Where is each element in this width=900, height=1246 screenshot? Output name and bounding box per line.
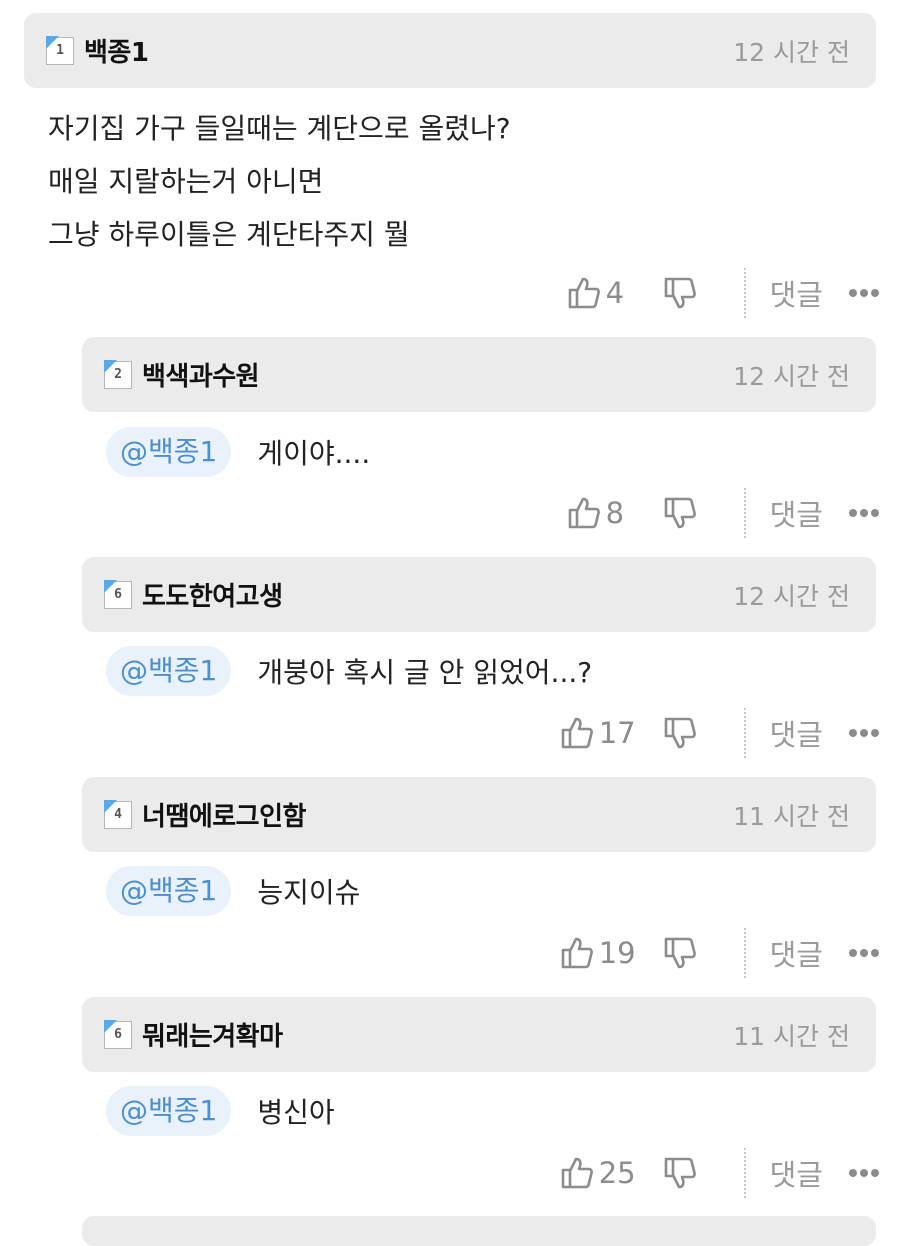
mention-tag[interactable]: @백종1 bbox=[106, 427, 232, 477]
like-button[interactable]: 4 bbox=[566, 275, 636, 311]
reply-body: @백종1 개붕아 혹시 글 안 읽었어...? bbox=[106, 646, 876, 696]
level-badge-icon: 2 bbox=[103, 360, 132, 389]
mention-tag[interactable]: @백종1 bbox=[106, 646, 232, 696]
timestamp: 11 시간 전 bbox=[733, 801, 850, 831]
like-count: 4 bbox=[605, 276, 625, 310]
like-count: 19 bbox=[598, 936, 636, 970]
thumbs-up-icon bbox=[568, 277, 600, 309]
thumbs-down-icon bbox=[664, 717, 696, 749]
timestamp: 12 시간 전 bbox=[733, 37, 850, 67]
like-button[interactable]: 19 bbox=[559, 935, 636, 971]
reply-text: 개붕아 혹시 글 안 읽었어...? bbox=[257, 656, 593, 689]
reply-text: 게이야.... bbox=[257, 437, 371, 470]
thumbs-down-icon bbox=[664, 277, 696, 309]
like-count: 8 bbox=[605, 496, 625, 530]
level-badge-icon: 6 bbox=[103, 1020, 132, 1049]
like-button[interactable]: 17 bbox=[559, 715, 636, 751]
reply-text: 병신아 bbox=[257, 1096, 335, 1129]
dislike-button[interactable] bbox=[662, 1155, 698, 1191]
dislike-button[interactable] bbox=[662, 935, 698, 971]
like-button[interactable]: 8 bbox=[566, 495, 636, 531]
reply-header: 6 도도한여고생 12 시간 전 bbox=[82, 557, 876, 632]
more-dots-icon[interactable] bbox=[847, 1169, 880, 1177]
comment-body: 자기집 가구 들일때는 계단으로 올렸나? 매일 지랄하는거 아니면 그냥 하루… bbox=[48, 102, 870, 261]
username[interactable]: 뭐래는겨확마 bbox=[142, 1016, 283, 1053]
dislike-button[interactable] bbox=[662, 495, 698, 531]
reply-actions: 19 댓글 bbox=[559, 928, 880, 978]
mention-tag[interactable]: @백종1 bbox=[106, 1086, 232, 1136]
reply-text: 능지이슈 bbox=[257, 876, 361, 909]
username[interactable]: 백종1 bbox=[84, 32, 149, 69]
more-dots-icon[interactable] bbox=[847, 509, 880, 517]
reply-button[interactable]: 댓글 bbox=[770, 712, 823, 754]
like-count: 17 bbox=[598, 716, 636, 750]
thumbs-up-icon bbox=[561, 937, 593, 969]
divider bbox=[743, 1148, 746, 1198]
divider bbox=[743, 928, 746, 978]
thumbs-down-icon bbox=[664, 937, 696, 969]
reply-body: @백종1 병신아 bbox=[106, 1086, 876, 1136]
like-button[interactable]: 25 bbox=[559, 1155, 636, 1191]
reply-actions: 25 댓글 bbox=[559, 1148, 880, 1198]
like-count: 25 bbox=[598, 1156, 636, 1190]
reply-button[interactable]: 댓글 bbox=[770, 932, 823, 974]
comment-header: 1 백종1 12 시간 전 bbox=[24, 13, 876, 88]
timestamp: 12 시간 전 bbox=[733, 581, 850, 611]
dislike-button[interactable] bbox=[662, 715, 698, 751]
level-badge-icon: 4 bbox=[103, 800, 132, 829]
reply-header: 6 뭐래는겨확마 11 시간 전 bbox=[82, 997, 876, 1072]
reply-actions: 17 댓글 bbox=[559, 708, 880, 758]
thumbs-down-icon bbox=[664, 1157, 696, 1189]
comment-line: 자기집 가구 들일때는 계단으로 올렸나? bbox=[48, 112, 511, 145]
thumbs-up-icon bbox=[561, 717, 593, 749]
thumbs-up-icon bbox=[568, 497, 600, 529]
more-dots-icon[interactable] bbox=[847, 949, 880, 957]
comment-actions: 4 댓글 bbox=[566, 268, 880, 318]
thumbs-up-icon bbox=[561, 1157, 593, 1189]
reply-button[interactable]: 댓글 bbox=[770, 492, 823, 534]
reply-button[interactable]: 댓글 bbox=[770, 1152, 823, 1194]
dislike-button[interactable] bbox=[662, 275, 698, 311]
reply-header: 4 너땜에로그인함 11 시간 전 bbox=[82, 777, 876, 852]
more-dots-icon[interactable] bbox=[847, 729, 880, 737]
more-dots-icon[interactable] bbox=[847, 289, 880, 297]
reply-button[interactable]: 댓글 bbox=[770, 272, 823, 314]
reply-actions: 8 댓글 bbox=[566, 488, 880, 538]
level-badge-icon: 1 bbox=[45, 36, 74, 65]
divider bbox=[743, 268, 746, 318]
reply-header: 2 백색과수원 12 시간 전 bbox=[82, 337, 876, 412]
timestamp: 11 시간 전 bbox=[733, 1021, 850, 1051]
divider bbox=[743, 708, 746, 758]
comment-line: 그냥 하루이틀은 계단타주지 뭘 bbox=[48, 218, 410, 251]
reply-body: @백종1 능지이슈 bbox=[106, 866, 876, 916]
thumbs-down-icon bbox=[664, 497, 696, 529]
reply-body: @백종1 게이야.... bbox=[106, 427, 876, 477]
username[interactable]: 백색과수원 bbox=[142, 356, 260, 393]
level-badge-icon: 6 bbox=[103, 580, 132, 609]
username[interactable]: 너땜에로그인함 bbox=[142, 796, 306, 833]
username[interactable]: 도도한여고생 bbox=[142, 576, 283, 613]
comment-line: 매일 지랄하는거 아니면 bbox=[48, 165, 324, 198]
timestamp: 12 시간 전 bbox=[733, 361, 850, 391]
divider bbox=[743, 488, 746, 538]
mention-tag[interactable]: @백종1 bbox=[106, 866, 232, 916]
